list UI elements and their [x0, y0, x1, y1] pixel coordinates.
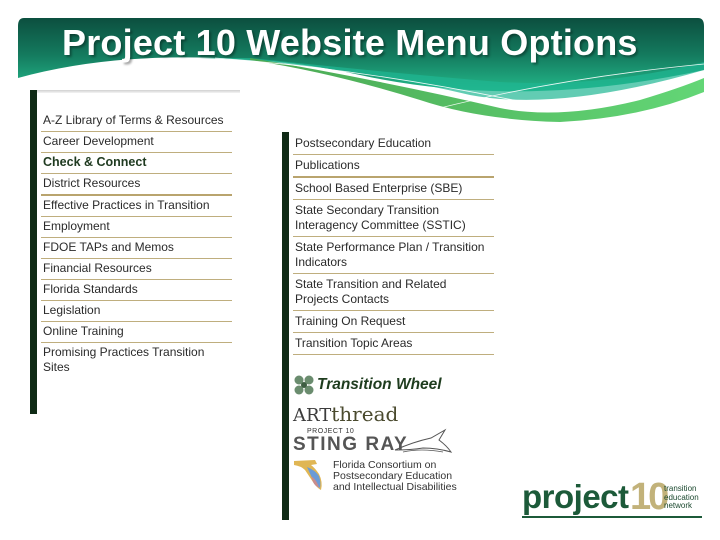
menu-item-check-connect[interactable]: Check & Connect	[41, 153, 232, 174]
menu-list-left: A-Z Library of Terms & Resources Career …	[41, 111, 232, 378]
logo-tagline: transition education network	[664, 484, 699, 511]
florida-consortium-link[interactable]: Florida Consortium on Postsecondary Educ…	[293, 458, 457, 493]
menu-item-employment[interactable]: Employment	[41, 217, 232, 238]
artthread-art-text: ART	[293, 405, 332, 426]
menu-list-right: Postsecondary Education Publications Sch…	[293, 133, 494, 355]
menu-item-state-transition-contacts[interactable]: State Transition and Related Projects Co…	[293, 274, 494, 311]
artthread-thread-text: thread	[331, 402, 399, 426]
menu-item-transition-topic-areas[interactable]: Transition Topic Areas	[293, 333, 494, 355]
menu-item-effective-practices[interactable]: Effective Practices in Transition	[41, 196, 232, 217]
menu-item-legislation[interactable]: Legislation	[41, 301, 232, 322]
artthread-link[interactable]: ARTthread	[293, 402, 398, 426]
menu-item-online-training[interactable]: Online Training	[41, 322, 232, 343]
sting-ray-link[interactable]: PROJECT 10 STING RAY	[293, 428, 453, 456]
project10-logo: project 10 transition education network	[522, 476, 707, 522]
menu-item-promising-practices[interactable]: Promising Practices Transition Sites	[41, 343, 232, 378]
menu-item-district-resources[interactable]: District Resources	[41, 174, 232, 196]
menu-column-right: Postsecondary Education Publications Sch…	[282, 132, 494, 520]
menu-item-az-library[interactable]: A-Z Library of Terms & Resources	[41, 111, 232, 132]
wheel-icon	[294, 375, 314, 395]
florida-consortium-text: Florida Consortium on Postsecondary Educ…	[333, 460, 457, 493]
slide-title: Project 10 Website Menu Options	[62, 22, 638, 63]
logo-underline	[522, 516, 702, 518]
logo-word: project	[522, 478, 629, 515]
consortium-line-3: and Intellectual Disabilities	[333, 481, 457, 493]
menu-item-career-development[interactable]: Career Development	[41, 132, 232, 153]
sidebar-accent-bar	[282, 132, 289, 520]
menu-item-postsecondary-education[interactable]: Postsecondary Education	[293, 133, 494, 155]
menu-column-left: A-Z Library of Terms & Resources Career …	[30, 90, 240, 414]
menu-item-financial-resources[interactable]: Financial Resources	[41, 259, 232, 280]
florida-map-icon	[294, 460, 322, 490]
logo-number: 10	[630, 476, 669, 518]
menu-item-state-performance-plan[interactable]: State Performance Plan / Transition Indi…	[293, 237, 494, 274]
menu-item-fdoe-taps[interactable]: FDOE TAPs and Memos	[41, 238, 232, 259]
menu-top-border	[30, 90, 240, 93]
tagline-3: network	[664, 501, 693, 510]
menu-item-school-based-enterprise[interactable]: School Based Enterprise (SBE)	[293, 178, 494, 200]
sting-ray-title: STING RAY	[293, 434, 409, 455]
transition-wheel-link[interactable]: Transition Wheel	[293, 375, 442, 395]
stingray-icon	[394, 428, 453, 453]
menu-item-training-on-request[interactable]: Training On Request	[293, 311, 494, 333]
menu-item-sstic[interactable]: State Secondary Transition Interagency C…	[293, 200, 494, 237]
menu-item-publications[interactable]: Publications	[293, 155, 494, 178]
transition-wheel-label: Transition Wheel	[317, 376, 442, 393]
sidebar-accent-bar	[30, 90, 37, 414]
menu-item-florida-standards[interactable]: Florida Standards	[41, 280, 232, 301]
